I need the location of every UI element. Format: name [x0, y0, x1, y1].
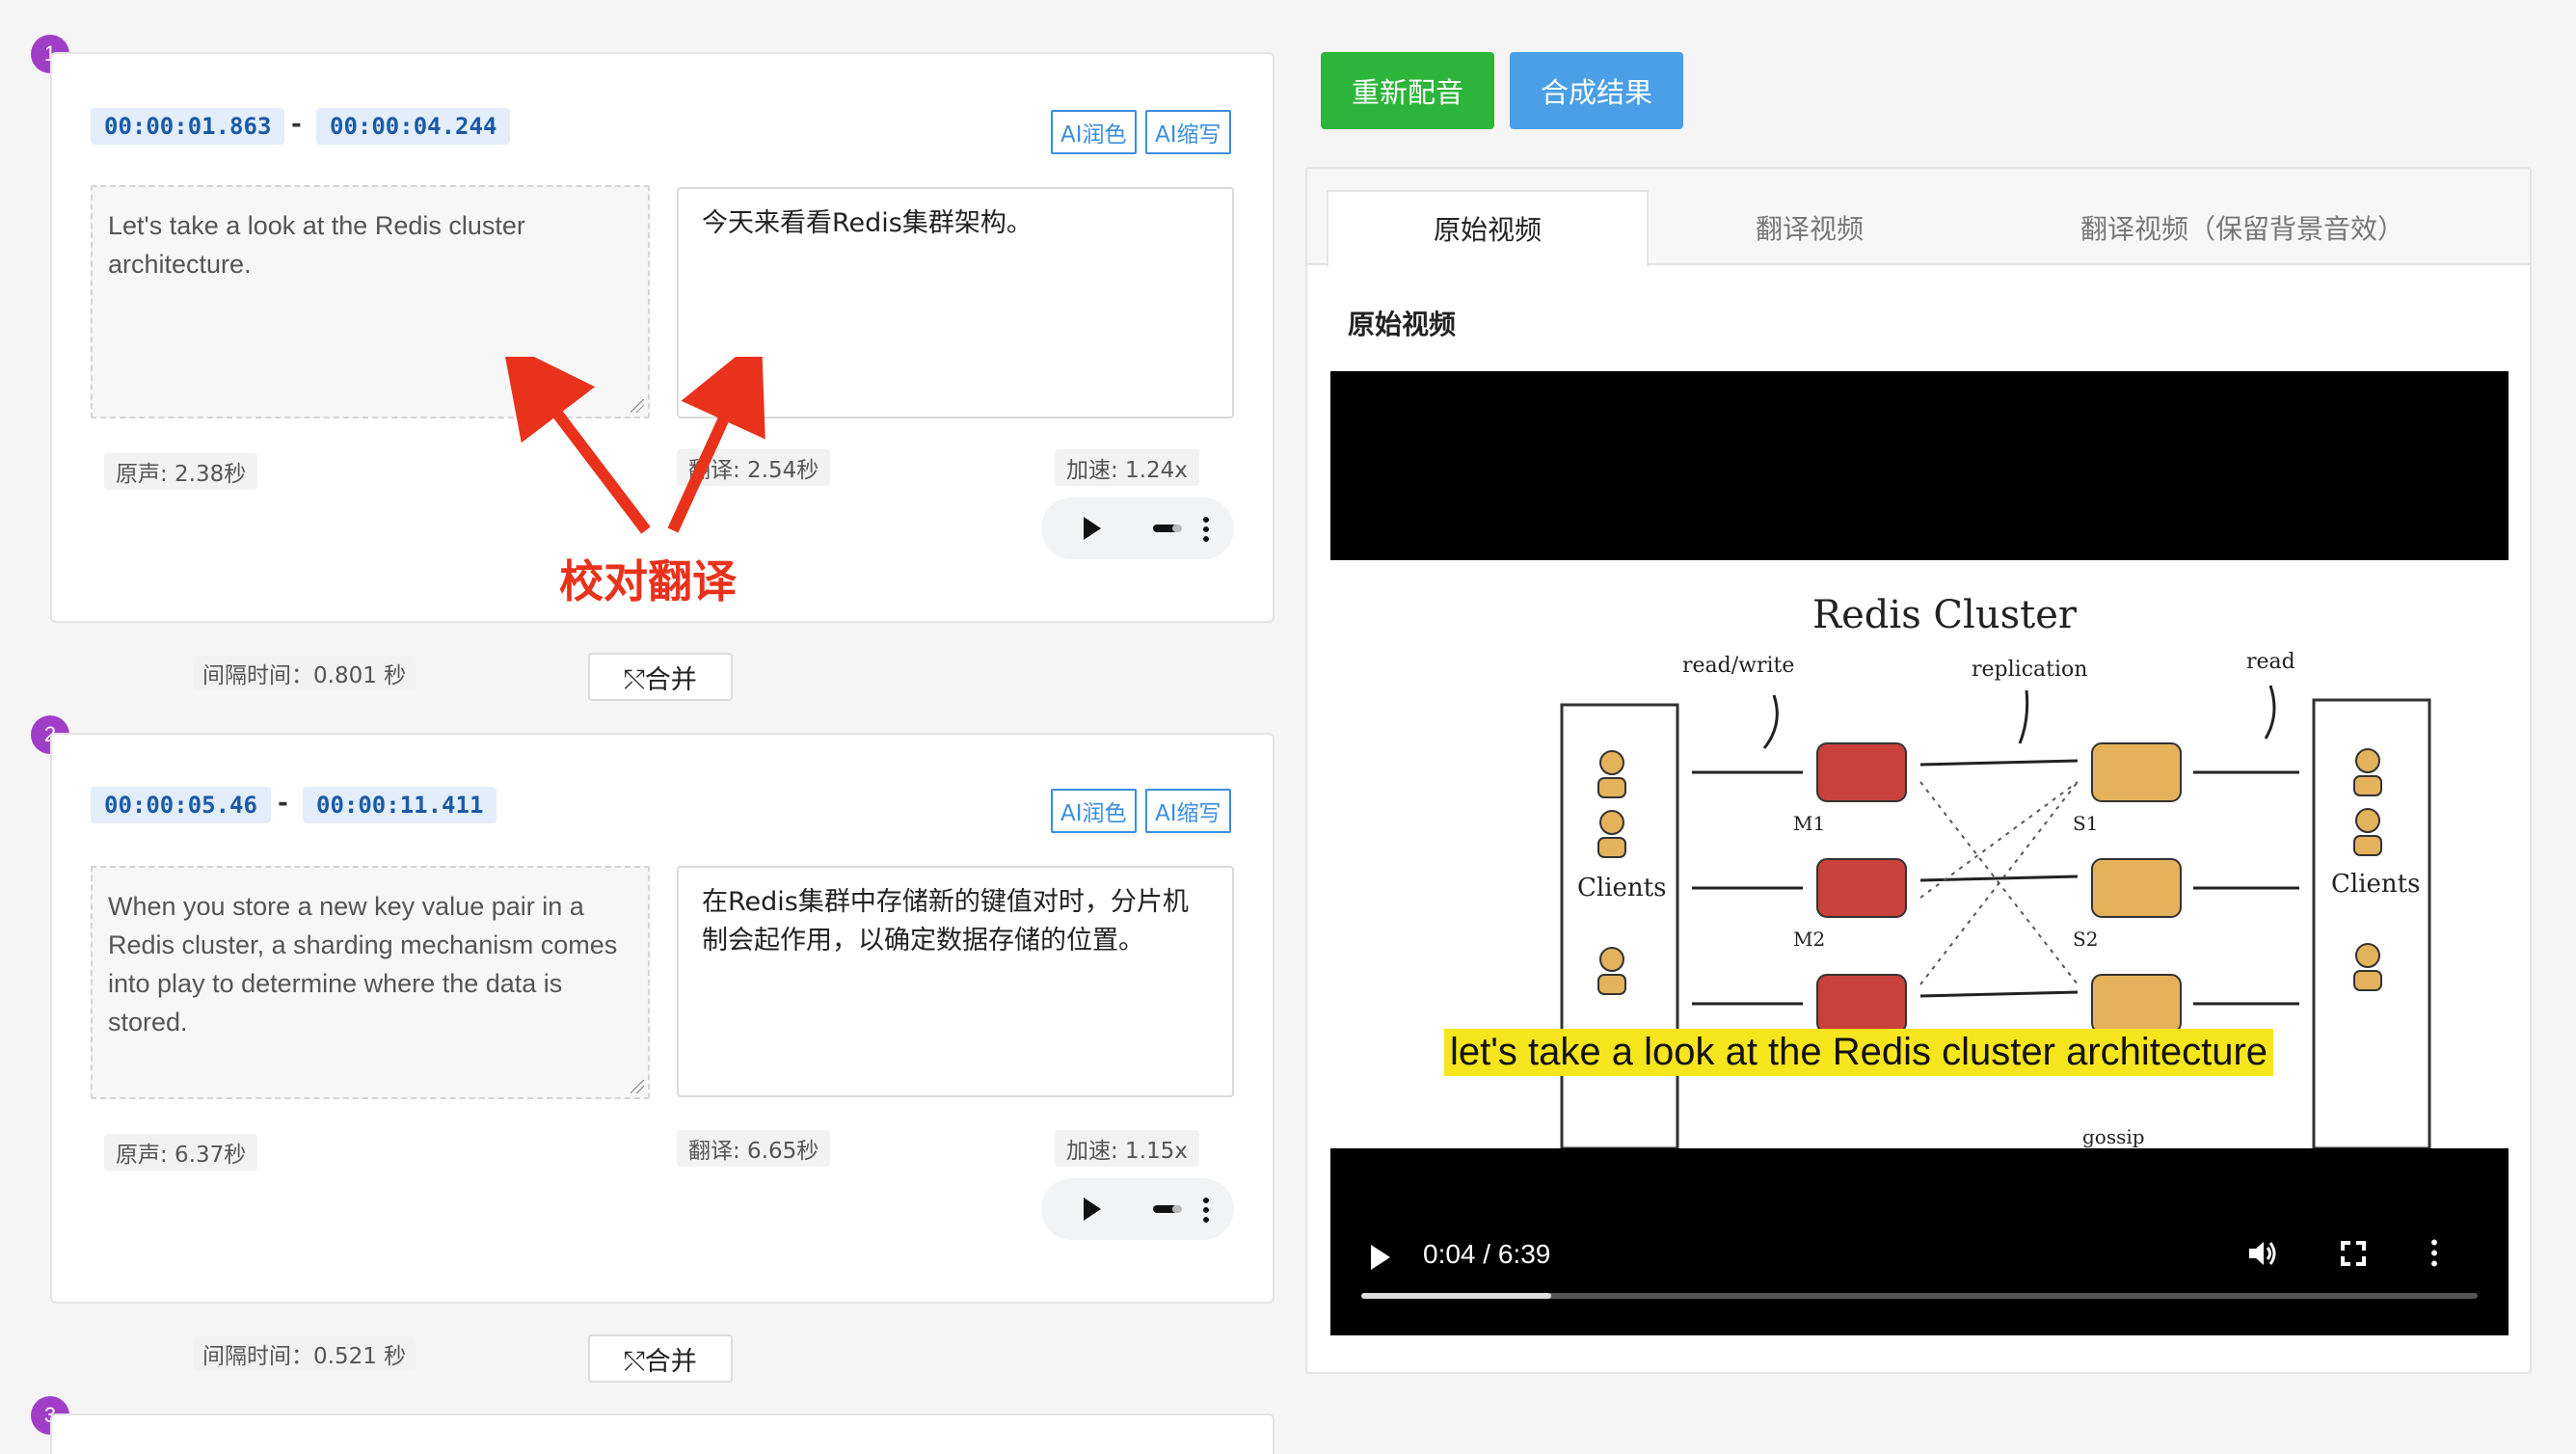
speed-factor: 加速: 1.24x [1055, 449, 1199, 486]
translation-text: 在Redis集群中存储新的键值对时，分片机制会起作用，以确定数据存储的位置。 [702, 887, 1189, 956]
more-vertical-icon[interactable] [2431, 1237, 2437, 1268]
video-tabs: 原始视频 翻译视频 翻译视频（保留背景音效） [1307, 169, 2530, 267]
label-m1: M1 [1793, 812, 1825, 835]
merge-button[interactable]: ⤲合并 [588, 1334, 733, 1383]
video-player[interactable]: Redis Cluster read/write replication rea… [1330, 371, 2509, 1335]
label-clients-left: Clients [1577, 874, 1666, 902]
gap-time: 间隔时间：0.521 秒 [193, 1336, 416, 1371]
diagram-title: Redis Cluster [1812, 593, 2078, 637]
ai-polish-button[interactable]: AI润色 [1051, 110, 1137, 154]
translation-text: 今天来看看Redis集群架构。 [702, 208, 1033, 238]
source-text: When you store a new key value pair in a… [108, 892, 618, 1037]
video-panel: 原始视频 翻译视频 翻译视频（保留背景音效） 原始视频 Redis Cluste… [1305, 167, 2532, 1374]
translation-duration: 翻译: 6.65秒 [677, 1130, 831, 1167]
label-replication: replication [1972, 658, 2087, 682]
play-icon[interactable] [1084, 517, 1101, 540]
video-progress-bar[interactable] [1361, 1293, 2478, 1299]
time-separator: - [278, 789, 288, 818]
original-duration: 原声: 2.38秒 [104, 453, 258, 490]
segment-card: 00:00:05.46 - 00:00:11.411 AI润色 AI缩写 Whe… [50, 733, 1275, 1304]
volume-icon[interactable] [1153, 525, 1182, 532]
annotation-arrows [501, 357, 765, 534]
end-time[interactable]: 00:00:04.244 [316, 108, 511, 145]
more-vertical-icon[interactable] [1203, 515, 1209, 544]
audio-player[interactable] [1041, 498, 1234, 559]
audio-player[interactable] [1041, 1178, 1234, 1240]
ai-shorten-button[interactable]: AI缩写 [1145, 110, 1231, 154]
compose-result-button[interactable]: 合成结果 [1510, 52, 1683, 129]
fullscreen-icon[interactable] [2341, 1241, 2366, 1270]
panel-heading: 原始视频 [1348, 309, 1457, 340]
time-separator: - [291, 110, 302, 139]
time-separator: / [1483, 1239, 1491, 1269]
tab-translated-video-bgm[interactable]: 翻译视频（保留背景音效） [1972, 190, 2512, 265]
tab-original-video[interactable]: 原始视频 [1327, 190, 1649, 267]
resize-grip-icon[interactable] [631, 1080, 644, 1093]
video-time: 0:04 / 6:39 [1423, 1239, 1550, 1270]
play-icon[interactable] [1084, 1198, 1101, 1221]
annotation-label: 校对翻译 [559, 555, 737, 607]
speed-factor: 加速: 1.15x [1055, 1130, 1199, 1167]
source-text: Let's take a look at the Redis cluster a… [108, 211, 525, 279]
ai-shorten-button[interactable]: AI缩写 [1145, 789, 1231, 833]
gap-time: 间隔时间：0.801 秒 [193, 656, 416, 690]
label-clients-right: Clients [2331, 870, 2420, 899]
more-vertical-icon[interactable] [1203, 1196, 1209, 1225]
current-time: 0:04 [1423, 1239, 1476, 1269]
play-icon[interactable] [1371, 1245, 1390, 1270]
start-time[interactable]: 00:00:01.863 [91, 108, 285, 145]
label-s2: S2 [2073, 928, 2098, 951]
label-s1: S1 [2073, 812, 2098, 835]
merge-button[interactable]: ⤲合并 [588, 653, 733, 701]
original-duration: 原声: 6.37秒 [104, 1134, 258, 1171]
volume-icon[interactable] [2246, 1237, 2279, 1270]
label-gossip: gossip [2082, 1125, 2145, 1148]
label-read-write: read/write [1682, 654, 1794, 678]
translation-input[interactable]: 在Redis集群中存储新的键值对时，分片机制会起作用，以确定数据存储的位置。 [677, 866, 1234, 1097]
video-subtitle: let's take a look at the Redis cluster a… [1444, 1029, 2274, 1076]
redub-button[interactable]: 重新配音 [1321, 52, 1494, 129]
segment-card [50, 1414, 1275, 1454]
total-duration: 6:39 [1497, 1239, 1551, 1269]
volume-icon[interactable] [1153, 1205, 1182, 1213]
label-read: read [2246, 650, 2295, 674]
source-text-input[interactable]: When you store a new key value pair in a… [91, 866, 650, 1099]
end-time[interactable]: 00:00:11.411 [303, 787, 497, 823]
tab-translated-video[interactable]: 翻译视频 [1650, 190, 1969, 265]
label-m2: M2 [1793, 928, 1825, 951]
start-time[interactable]: 00:00:05.46 [91, 787, 271, 823]
video-progress-fill [1361, 1293, 1551, 1299]
ai-polish-button[interactable]: AI润色 [1051, 789, 1137, 833]
